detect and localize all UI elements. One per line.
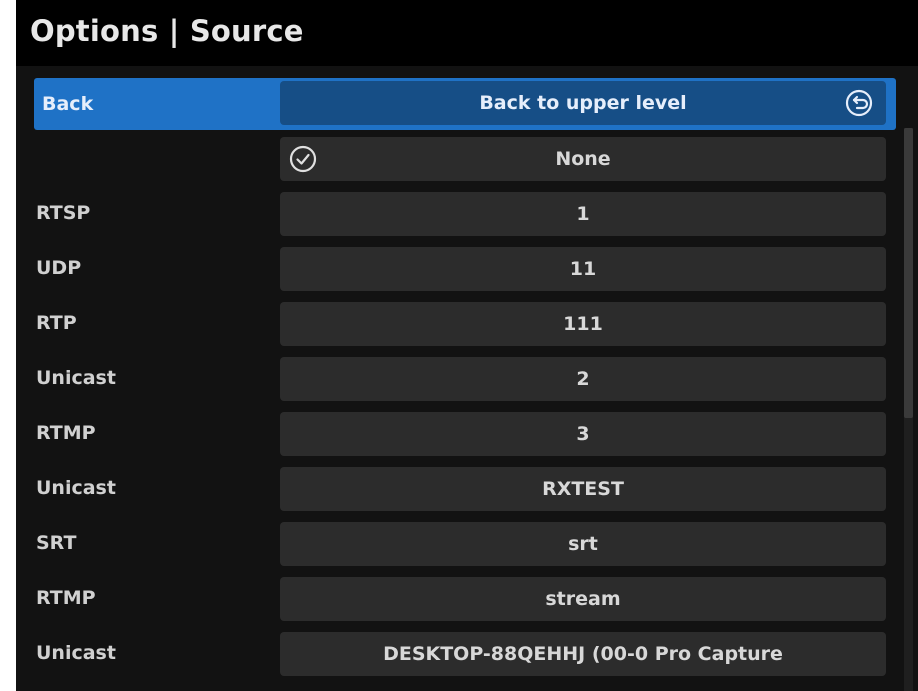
source-option-row[interactable]: RTMP 3	[16, 408, 900, 463]
source-value[interactable]: RXTEST	[280, 467, 886, 511]
protocol-label: UDP	[36, 257, 82, 279]
source-value[interactable]: 2	[280, 357, 886, 401]
source-value[interactable]: 11	[280, 247, 886, 291]
scrollbar[interactable]	[904, 128, 913, 691]
options-window: Options | Source Back Back to upper leve…	[16, 0, 918, 691]
protocol-label: RTSP	[36, 202, 91, 224]
protocol-label: RTMP	[36, 587, 96, 609]
source-option-row[interactable]: Unicast RXTEST	[16, 463, 900, 518]
back-row[interactable]: Back Back to upper level	[34, 78, 896, 130]
source-value[interactable]: 1	[280, 192, 886, 236]
protocol-label: Unicast	[36, 642, 116, 664]
title-bar: Options | Source	[16, 0, 918, 66]
source-option-row[interactable]: SRT srt	[16, 518, 900, 573]
option-value-none[interactable]: None	[280, 137, 886, 181]
check-circle-icon	[288, 144, 318, 174]
source-option-none[interactable]: None	[16, 133, 900, 188]
source-value[interactable]: 111	[280, 302, 886, 346]
source-option-row[interactable]: Unicast 2	[16, 353, 900, 408]
option-value-text: None	[555, 148, 611, 170]
source-value[interactable]: 3	[280, 412, 886, 456]
window-title: Options | Source	[30, 14, 304, 48]
source-value[interactable]: stream	[280, 577, 886, 621]
source-option-row[interactable]: RTP 111	[16, 298, 900, 353]
source-value[interactable]: srt	[280, 522, 886, 566]
back-arrow-icon	[844, 88, 874, 118]
protocol-label: RTMP	[36, 422, 96, 444]
source-value[interactable]: DESKTOP-88QEHHJ (00-0 Pro Capture	[280, 632, 886, 676]
back-label: Back	[42, 93, 94, 115]
back-button-label: Back to upper level	[479, 92, 687, 114]
source-option-row[interactable]: UDP 11	[16, 243, 900, 298]
protocol-label: SRT	[36, 532, 77, 554]
back-to-upper-level-button[interactable]: Back to upper level	[280, 81, 886, 125]
source-option-row[interactable]: Unicast DESKTOP-88QEHHJ (00-0 Pro Captur…	[16, 628, 900, 683]
scrollbar-thumb[interactable]	[904, 128, 913, 418]
source-option-row[interactable]: RTMP stream	[16, 573, 900, 628]
source-option-row[interactable]: RTSP 1	[16, 188, 900, 243]
protocol-label: Unicast	[36, 477, 116, 499]
protocol-label: Unicast	[36, 367, 116, 389]
protocol-label: RTP	[36, 312, 77, 334]
